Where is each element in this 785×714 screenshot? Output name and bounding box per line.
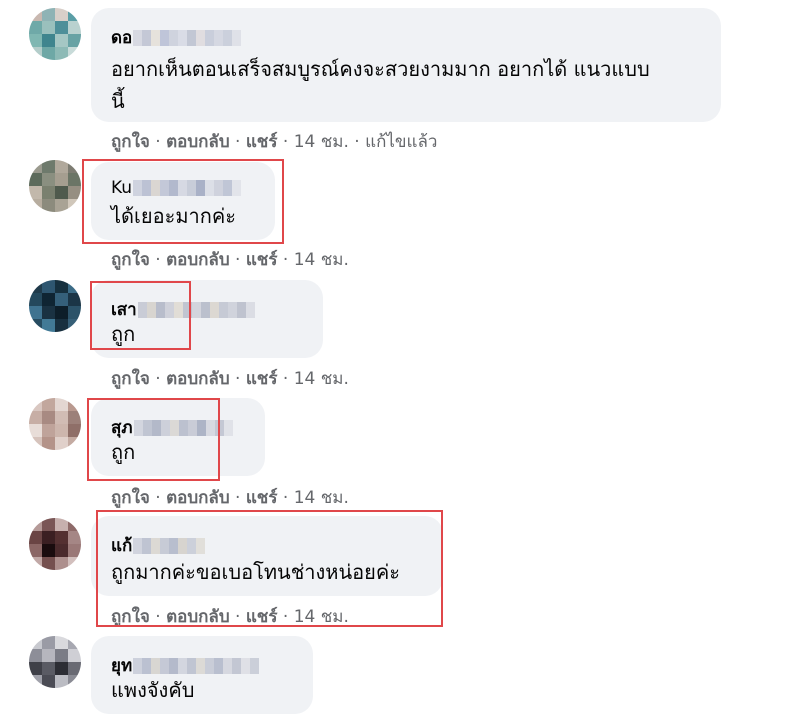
name-redaction — [133, 537, 206, 554]
share-link[interactable]: แชร์ — [246, 607, 278, 627]
reply-link[interactable]: ตอบกลับ — [166, 132, 230, 152]
comment-bubble: Ku ได้เยอะมากค่ะ — [91, 162, 275, 240]
name-redaction — [133, 657, 260, 674]
name-redaction — [133, 29, 242, 46]
reply-link[interactable]: ตอบกลับ — [166, 607, 230, 627]
comment-actions: ถูกใจ · ตอบกลับ · แชร์ · 14 ชม. — [111, 250, 349, 270]
timestamp[interactable]: 14 ชม. — [294, 250, 349, 270]
avatar[interactable] — [29, 636, 81, 688]
avatar[interactable] — [29, 280, 81, 332]
comment-text: แพงจังคับ — [111, 678, 195, 702]
reply-link[interactable]: ตอบกลับ — [166, 488, 230, 508]
avatar[interactable] — [29, 8, 81, 60]
timestamp[interactable]: 14 ชม. — [294, 488, 349, 508]
edited-label: แก้ไขแล้ว — [365, 132, 438, 152]
comment-bubble: เสา ถูก — [91, 280, 323, 358]
commenter-name[interactable]: แก้ — [111, 532, 206, 559]
like-link[interactable]: ถูกใจ — [111, 250, 150, 270]
comment-actions: ถูกใจ · ตอบกลับ · แชร์ · 14 ชม. — [111, 607, 349, 627]
like-link[interactable]: ถูกใจ — [111, 132, 150, 152]
share-link[interactable]: แชร์ — [246, 488, 278, 508]
commenter-name[interactable]: Ku — [111, 178, 242, 198]
comment-bubble: ยุท แพงจังคับ — [91, 636, 313, 714]
like-link[interactable]: ถูกใจ — [111, 488, 150, 508]
name-redaction — [133, 180, 242, 196]
avatar[interactable] — [29, 518, 81, 570]
name-redaction — [133, 419, 233, 436]
comment-text: อยากเห็นตอนเสร็จสมบูรณ์คงจะสวยงามมาก อยา… — [111, 57, 650, 113]
reply-link[interactable]: ตอบกลับ — [166, 250, 230, 270]
avatar[interactable] — [29, 160, 81, 212]
comment-bubble: ดอ อยากเห็นตอนเสร็จสมบูรณ์คงจะสวยงามมาก … — [91, 8, 721, 122]
comment-text: ได้เยอะมากค่ะ — [111, 204, 236, 228]
comment-text: ถูก — [111, 322, 136, 346]
share-link[interactable]: แชร์ — [246, 132, 278, 152]
comment-actions: ถูกใจ · ตอบกลับ · แชร์ · 14 ชม. — [111, 369, 349, 389]
commenter-name[interactable]: ดอ — [111, 24, 242, 51]
timestamp[interactable]: 14 ชม. — [294, 607, 349, 627]
share-link[interactable]: แชร์ — [246, 250, 278, 270]
comment-text: ถูกมากค่ะขอเบอโทนช่างหน่อยค่ะ — [111, 560, 400, 584]
comment-text: ถูก — [111, 440, 136, 464]
comment-bubble: แก้ ถูกมากค่ะขอเบอโทนช่างหน่อยค่ะ — [91, 516, 443, 596]
like-link[interactable]: ถูกใจ — [111, 369, 150, 389]
avatar[interactable] — [29, 398, 81, 450]
comment-actions: ถูกใจ · ตอบกลับ · แชร์ · 14 ชม. · แก้ไขแ… — [111, 132, 438, 152]
comment-actions: ถูกใจ · ตอบกลับ · แชร์ · 14 ชม. — [111, 488, 349, 508]
like-link[interactable]: ถูกใจ — [111, 607, 150, 627]
name-redaction — [137, 301, 255, 318]
timestamp[interactable]: 14 ชม. — [294, 132, 349, 152]
comment-bubble: สุภ ถูก — [91, 398, 265, 476]
reply-link[interactable]: ตอบกลับ — [166, 369, 230, 389]
share-link[interactable]: แชร์ — [246, 369, 278, 389]
timestamp[interactable]: 14 ชม. — [294, 369, 349, 389]
